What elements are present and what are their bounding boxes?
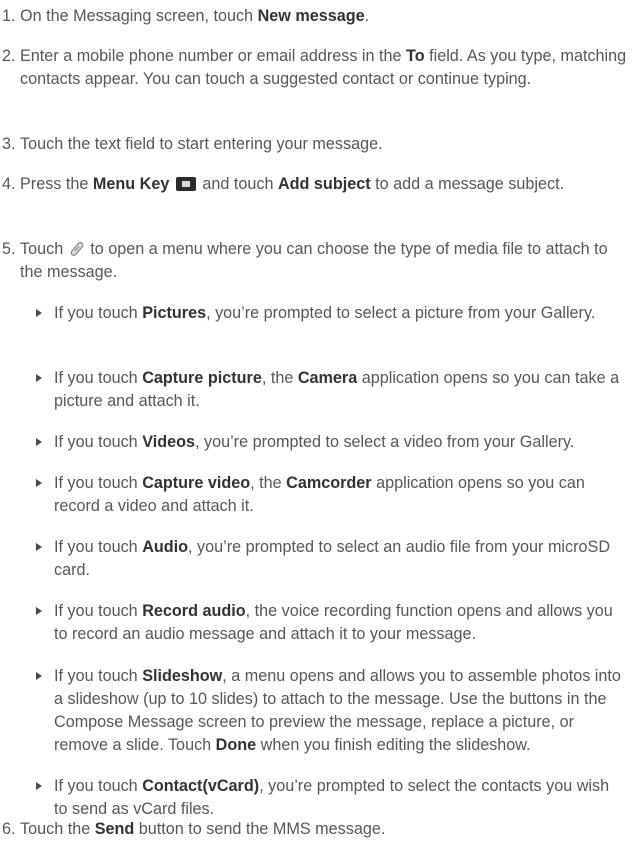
keyword: Camcorder [286, 474, 372, 492]
bullet-triangle-icon [36, 782, 42, 790]
keyword: Audio [142, 538, 189, 556]
step-text: Press the Menu Key and touch Add subject… [20, 175, 565, 193]
bullet-text: If you touch Pictures, you’re prompted t… [54, 304, 596, 322]
bullet-text: If you touch Contact(vCard), you’re prom… [54, 777, 610, 818]
step-number: 4. [2, 175, 16, 193]
keyword: Camera [297, 369, 358, 387]
keyword: Menu Key [92, 175, 170, 193]
step-number: 1. [2, 7, 16, 25]
bullet-triangle-icon [36, 607, 42, 615]
step-4: 4. Press the Menu Key and touch Add subj… [0, 173, 630, 196]
bullet-record-audio: If you touch Record audio, the voice rec… [36, 600, 626, 646]
bullet-capture-video: If you touch Capture video, the Camcorde… [36, 472, 626, 518]
paperclip-icon [70, 242, 84, 256]
keyword: Send [94, 820, 135, 838]
step-text: On the Messaging screen, touch New messa… [20, 7, 370, 25]
step-text: Enter a mobile phone number or email add… [20, 47, 627, 88]
bullet-audio: If you touch Audio, you’re prompted to s… [36, 536, 626, 582]
bullet-capture-picture: If you touch Capture picture, the Camera… [36, 367, 626, 413]
bullet-videos: If you touch Videos, you’re prompted to … [36, 431, 626, 454]
bullet-triangle-icon [36, 672, 42, 680]
bullet-text: If you touch Videos, you’re prompted to … [54, 433, 575, 451]
step-text: Touch the text field to start entering y… [20, 135, 383, 153]
keyword: Capture picture [142, 369, 262, 387]
keyword: Videos [142, 433, 195, 451]
instruction-page: 1. On the Messaging screen, touch New me… [0, 0, 638, 838]
keyword: To [406, 47, 425, 65]
step-number: 5. [2, 240, 16, 258]
bullet-triangle-icon [36, 479, 42, 487]
bullet-triangle-icon [36, 438, 42, 446]
bullet-text: If you touch Capture picture, the Camera… [54, 369, 620, 410]
bullet-triangle-icon [36, 309, 42, 317]
bullet-text: If you touch Capture video, the Camcorde… [54, 474, 585, 515]
menu-key-icon [175, 177, 196, 191]
step-2: 2. Enter a mobile phone number or email … [0, 45, 630, 91]
keyword: Slideshow [142, 667, 223, 685]
bullet-pictures: If you touch Pictures, you’re prompted t… [36, 302, 626, 325]
step-3: 3. Touch the text field to start enterin… [0, 133, 630, 156]
step-text: Touch to open a menu where you can choos… [20, 240, 608, 281]
step-number: 3. [2, 135, 16, 153]
step-number: 2. [2, 47, 16, 65]
keyword: Contact(vCard) [142, 777, 260, 795]
step-5: 5. Touch to open a menu where you can ch… [0, 238, 630, 284]
bullet-triangle-icon [36, 543, 42, 551]
step-1: 1. On the Messaging screen, touch New me… [0, 5, 630, 28]
bullet-contact-vcard: If you touch Contact(vCard), you’re prom… [36, 775, 626, 821]
bullet-slideshow: If you touch Slideshow, a menu opens and… [36, 665, 626, 757]
keyword: Capture video [142, 474, 251, 492]
keyword: New message [257, 7, 365, 25]
bullet-text: If you touch Audio, you’re prompted to s… [54, 538, 611, 579]
bullet-triangle-icon [36, 374, 42, 382]
keyword: Done [215, 736, 257, 754]
bullet-text: If you touch Record audio, the voice rec… [54, 602, 613, 643]
keyword: Record audio [142, 602, 246, 620]
keyword: Pictures [142, 304, 207, 322]
bullet-text: If you touch Slideshow, a menu opens and… [54, 667, 621, 754]
keyword: Add subject [277, 175, 371, 193]
